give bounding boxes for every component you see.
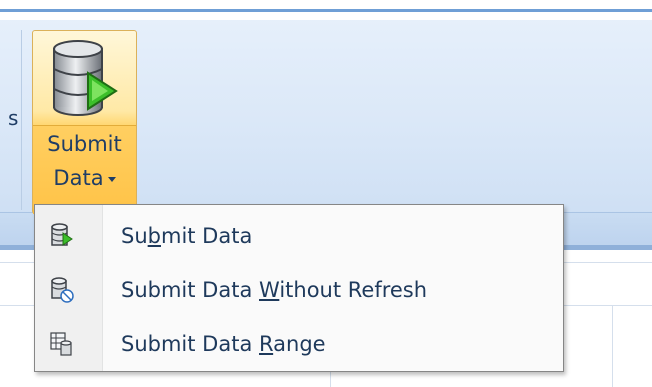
- grid-column-line: [612, 305, 613, 387]
- ribbon-top-border: [0, 9, 652, 12]
- menu-item-submit-data-range[interactable]: Submit Data Range: [35, 319, 563, 371]
- submit-data-dropdown-part[interactable]: Submit Data: [33, 125, 136, 214]
- database-submit-icon: [48, 39, 120, 123]
- chevron-down-icon: [107, 176, 116, 182]
- menu-item-label: Submit Data Range: [121, 332, 326, 356]
- menu-item-label: Submit Data: [121, 224, 253, 248]
- database-no-refresh-icon: [50, 277, 74, 303]
- submit-data-split-button[interactable]: Submit Data: [32, 30, 137, 214]
- group-divider: [21, 30, 22, 210]
- submit-data-menu: Submit Data Submit Data Without Refresh …: [34, 204, 564, 372]
- database-range-icon: [50, 331, 74, 357]
- database-submit-icon: [50, 223, 74, 249]
- menu-item-submit-data[interactable]: Submit Data: [35, 211, 563, 263]
- submit-button-label-line1: Submit: [47, 132, 122, 156]
- menu-item-submit-data-without-refresh[interactable]: Submit Data Without Refresh: [35, 265, 563, 317]
- submit-button-label-line2: Data: [33, 166, 136, 190]
- submit-button-label-text: Data: [53, 166, 104, 190]
- menu-item-label: Submit Data Without Refresh: [121, 278, 428, 302]
- previous-group-label: s: [8, 106, 19, 130]
